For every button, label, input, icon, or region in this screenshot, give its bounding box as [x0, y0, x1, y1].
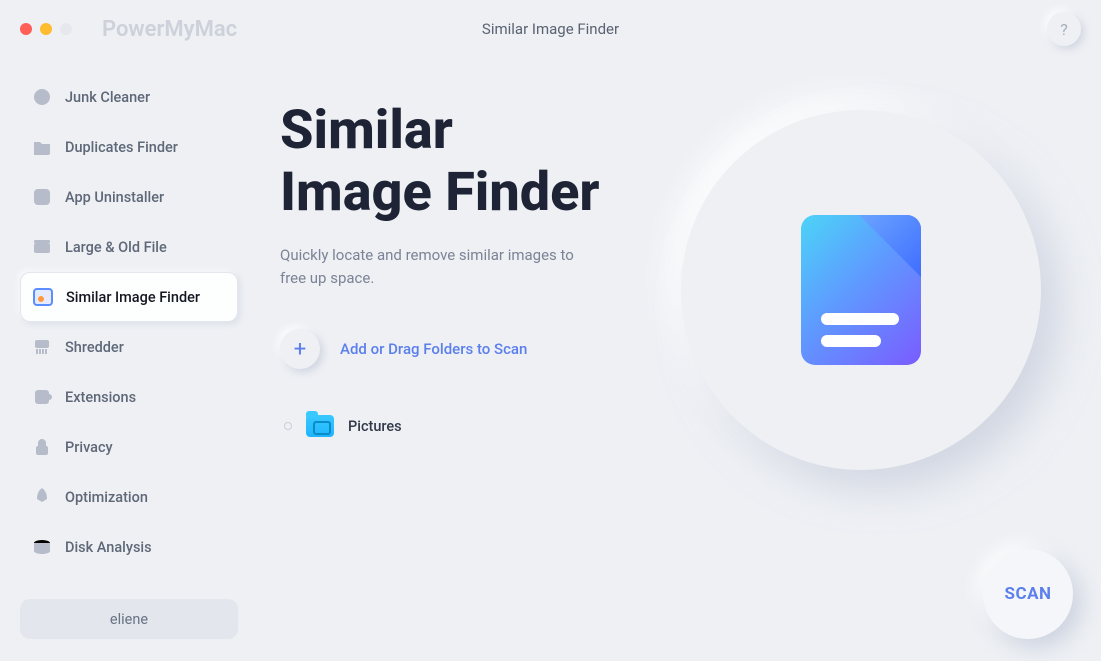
sidebar-item-shredder[interactable]: Shredder: [20, 322, 238, 372]
illustration-circle: [681, 110, 1041, 470]
scan-button[interactable]: SCAN: [983, 549, 1073, 639]
sidebar-item-label: Shredder: [65, 339, 124, 356]
photo-icon: [33, 287, 53, 307]
app-icon: [32, 187, 52, 207]
lock-icon: [32, 437, 52, 457]
sidebar-item-label: Large & Old File: [65, 239, 167, 256]
sidebar-item-label: Junk Cleaner: [65, 89, 150, 106]
plus-icon: +: [294, 337, 306, 362]
disk-icon: [32, 537, 52, 557]
titlebar: PowerMyMac Similar Image Finder ?: [0, 0, 1101, 58]
sidebar-item-label: Disk Analysis: [65, 539, 152, 556]
help-button[interactable]: ?: [1047, 12, 1081, 46]
sidebar-item-label: Similar Image Finder: [66, 289, 200, 306]
add-folder-button[interactable]: +: [280, 329, 320, 369]
user-account-button[interactable]: eliene: [20, 599, 238, 639]
rocket-icon: [32, 487, 52, 507]
folder-pictures-icon: [306, 415, 334, 437]
shredder-icon: [32, 337, 52, 357]
app-name: PowerMyMac: [102, 17, 237, 42]
document-icon: [801, 215, 921, 365]
maximize-icon[interactable]: [60, 23, 72, 35]
sidebar-item-similar-image-finder[interactable]: Similar Image Finder: [20, 272, 238, 322]
close-icon[interactable]: [20, 23, 32, 35]
page-subtitle: Quickly locate and remove similar images…: [280, 244, 590, 289]
sidebar-item-large-old-file[interactable]: Large & Old File: [20, 222, 238, 272]
sidebar-item-label: Optimization: [65, 489, 148, 506]
header-title: Similar Image Finder: [482, 20, 619, 38]
sidebar-item-privacy[interactable]: Privacy: [20, 422, 238, 472]
puzzle-icon: [32, 387, 52, 407]
sidebar-item-label: App Uninstaller: [65, 189, 164, 206]
target-icon: [32, 87, 52, 107]
sidebar-item-extensions[interactable]: Extensions: [20, 372, 238, 422]
page-title-line2: Image Finder: [280, 161, 600, 224]
sidebar-item-label: Duplicates Finder: [65, 139, 178, 156]
add-folder-label[interactable]: Add or Drag Folders to Scan: [340, 340, 527, 358]
bullet-icon: [284, 422, 292, 430]
page-title-line1: Similar: [280, 99, 453, 162]
folder-icon: [32, 137, 52, 157]
window-controls: [20, 23, 72, 35]
sidebar-item-duplicates-finder[interactable]: Duplicates Finder: [20, 122, 238, 172]
box-icon: [32, 237, 52, 257]
minimize-icon[interactable]: [40, 23, 52, 35]
sidebar-item-optimization[interactable]: Optimization: [20, 472, 238, 522]
sidebar-item-label: Privacy: [65, 439, 113, 456]
sidebar-item-label: Extensions: [65, 389, 136, 406]
sidebar: Junk Cleaner Duplicates Finder App Unins…: [20, 72, 238, 572]
sidebar-item-junk-cleaner[interactable]: Junk Cleaner: [20, 72, 238, 122]
folder-name: Pictures: [348, 418, 402, 435]
sidebar-item-disk-analysis[interactable]: Disk Analysis: [20, 522, 238, 572]
sidebar-item-app-uninstaller[interactable]: App Uninstaller: [20, 172, 238, 222]
